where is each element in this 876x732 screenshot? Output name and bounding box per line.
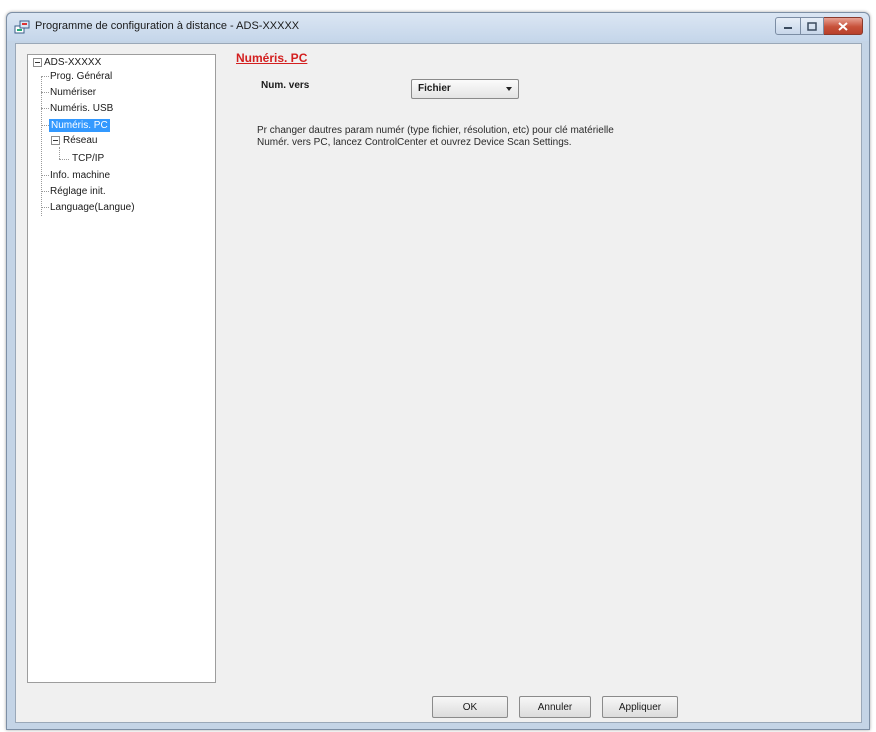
minimize-icon — [784, 27, 792, 29]
remote-setup-app-icon — [14, 20, 30, 34]
tree-item-root[interactable]: ADS-XXXXX — [44, 56, 101, 69]
tree-connector — [41, 108, 49, 109]
tree-item-general-setup[interactable]: Prog. Général — [50, 70, 112, 83]
section-title: Numéris. PC — [236, 51, 308, 65]
tree-connector — [59, 159, 69, 160]
tree-connector — [41, 207, 49, 208]
tree-connector — [41, 92, 49, 93]
cancel-button[interactable]: Annuler — [519, 696, 591, 718]
title-bar[interactable]: Programme de configuration à distance - … — [7, 13, 869, 41]
close-button[interactable] — [824, 17, 863, 35]
window-title: Programme de configuration à distance - … — [35, 20, 300, 32]
tree-item-tcp-ip[interactable]: TCP/IP — [72, 152, 104, 165]
maximize-button[interactable] — [801, 17, 824, 35]
tree-connector — [41, 175, 49, 176]
tree-item-language[interactable]: Language(Langue) — [50, 201, 135, 214]
tree-connector — [41, 76, 49, 77]
tree-connector — [59, 147, 60, 159]
tree-item-initial-setup[interactable]: Réglage init. — [50, 185, 106, 198]
tree-item-machine-info[interactable]: Info. machine — [50, 169, 110, 182]
dialog-client-area: ADS-XXXXX Prog. Général Numériser Numéri… — [15, 43, 862, 723]
tree-item-scan-usb[interactable]: Numéris. USB — [50, 102, 113, 115]
close-icon — [838, 21, 848, 31]
tree-connector — [41, 191, 49, 192]
scan-to-dropdown[interactable]: Fichier — [411, 79, 519, 99]
tree-item-network[interactable]: Réseau — [63, 134, 97, 147]
scan-to-value: Fichier — [418, 83, 451, 94]
apply-button[interactable]: Appliquer — [602, 696, 678, 718]
minimize-button[interactable] — [775, 17, 801, 35]
tree-connector — [41, 125, 49, 126]
settings-tree[interactable]: ADS-XXXXX Prog. Général Numériser Numéri… — [27, 54, 216, 683]
chevron-down-icon — [506, 87, 512, 91]
ok-button[interactable]: OK — [432, 696, 508, 718]
tree-item-scan-pc[interactable]: Numéris. PC — [49, 119, 110, 132]
app-window: Programme de configuration à distance - … — [6, 12, 870, 730]
tree-item-scan[interactable]: Numériser — [50, 86, 96, 99]
scan-to-label: Num. vers — [261, 80, 310, 91]
maximize-icon — [807, 21, 817, 31]
tree-connector — [41, 76, 42, 216]
info-line-2: Numér. vers PC, lancez ControlCenter et … — [257, 137, 572, 148]
info-line-1: Pr changer dautres param numér (type fic… — [257, 125, 614, 136]
collapse-root-icon[interactable] — [33, 58, 42, 67]
collapse-network-icon[interactable] — [51, 136, 60, 145]
info-text: Pr changer dautres param numér (type fic… — [257, 125, 677, 149]
